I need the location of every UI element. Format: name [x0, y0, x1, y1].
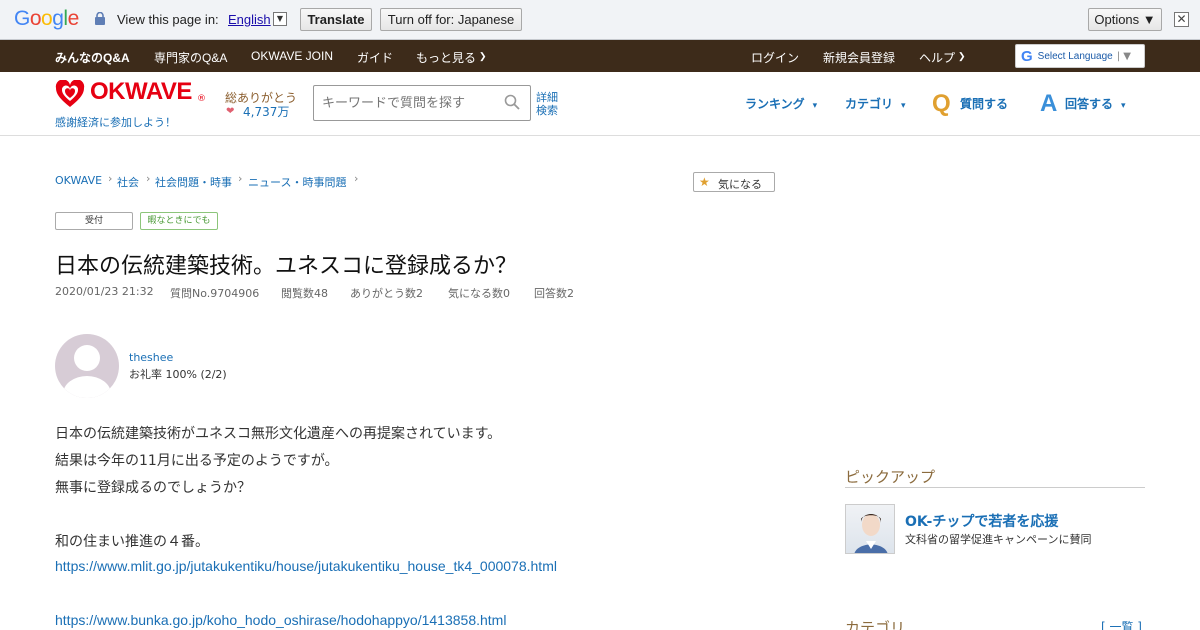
pickup-heading: ピックアップ	[845, 468, 936, 486]
pickup-subtitle: 文科省の留学促進キャンペーンに賛同	[905, 533, 1092, 546]
watch-button-label: 気になる	[718, 178, 762, 191]
question-date: 2020/01/23 21:32	[55, 285, 154, 298]
language-dropdown-icon[interactable]: ▼	[273, 12, 287, 26]
nav-login[interactable]: ログイン	[751, 49, 799, 66]
advanced-search-label-2: 検索	[536, 104, 558, 117]
chevron-down-icon: ❯	[958, 51, 966, 61]
nav-more[interactable]: もっと見る	[416, 49, 476, 66]
status-badge: 受付	[55, 212, 133, 230]
question-title: 日本の伝統建築技術。ユネスコに登録成るか？	[55, 254, 518, 279]
breadcrumb-separator: ›	[146, 172, 151, 185]
select-language-widget[interactable]: G Select Language | ▼	[1015, 44, 1145, 68]
question-link-bunka[interactable]: https://www.bunka.go.jp/koho_hodo_oshira…	[55, 612, 506, 628]
breadcrumb-news[interactable]: ニュース・時事問題	[248, 174, 346, 190]
breadcrumb-okwave[interactable]: OKWAVE	[55, 174, 102, 187]
search-input[interactable]	[322, 94, 502, 112]
nav-answer[interactable]: 回答する ▾	[1065, 95, 1126, 112]
search-box[interactable]	[313, 85, 531, 121]
watch-button[interactable]: ★ 気になる	[693, 172, 775, 192]
avatar[interactable]	[55, 334, 119, 398]
question-body-line: 和の住まい推進の４番。	[55, 534, 209, 550]
watch-count: 気になる数0	[448, 287, 510, 300]
search-icon[interactable]	[504, 94, 520, 110]
thanks-count: ありがとう数2	[350, 287, 423, 300]
nav-ask-question[interactable]: 質問する	[960, 95, 1008, 112]
lock-icon	[95, 12, 105, 25]
select-language-label: Select Language	[1037, 50, 1113, 62]
user-silhouette-icon	[63, 345, 111, 398]
nav-ranking-label: ランキング	[745, 97, 805, 111]
divider	[845, 487, 1145, 488]
nav-okwave-join[interactable]: OKWAVE JOIN	[251, 49, 333, 63]
google-g-icon: G	[1021, 47, 1033, 65]
nav-ranking[interactable]: ランキング ▾	[745, 95, 817, 112]
pickup-person-image	[854, 514, 888, 553]
google-logo: Google	[14, 7, 79, 30]
advanced-search-label-1: 詳細	[536, 91, 558, 104]
view-page-label: View this page in:	[117, 12, 219, 27]
breadcrumb-separator: ›	[238, 172, 243, 185]
translate-button[interactable]: Translate	[300, 8, 372, 31]
question-number: 質問No.9704906	[170, 287, 260, 300]
tagline[interactable]: 感謝経済に参加しよう！	[55, 114, 176, 130]
urgency-badge: 暇なときにでも	[140, 212, 218, 230]
nav-guide[interactable]: ガイド	[357, 49, 393, 66]
answer-a-icon: A	[1040, 90, 1058, 117]
options-button[interactable]: Options ▼	[1088, 8, 1162, 31]
breadcrumb-social-issues[interactable]: 社会問題・時事	[155, 174, 232, 190]
registered-mark: ®	[197, 94, 206, 104]
question-body-line: 無事に登録成るのでしょうか？	[55, 480, 251, 496]
nav-minna-qa[interactable]: みんなのQ&A	[55, 49, 130, 66]
category-all-link[interactable]: [ 一覧 ]	[1101, 618, 1142, 630]
pickup-headline[interactable]: OK-チップで若者を応援	[905, 511, 1058, 531]
nav-help[interactable]: ヘルプ	[919, 49, 955, 66]
nav-register[interactable]: 新規会員登録	[823, 49, 895, 66]
chevron-down-icon: ❯	[479, 51, 487, 61]
thanks-rate: お礼率 100% (2/2)	[129, 368, 227, 381]
chevron-down-icon: ▾	[812, 101, 818, 111]
nav-category-label: カテゴリ	[845, 97, 894, 111]
okwave-heart-logo-icon[interactable]	[55, 80, 85, 108]
chevron-down-icon: ▾	[901, 101, 906, 111]
pickup-thumbnail[interactable]	[845, 504, 895, 554]
question-author[interactable]: theshee	[129, 351, 173, 364]
heart-icon: ❤	[226, 106, 235, 117]
category-heading: カテゴリ	[845, 619, 906, 630]
nav-answer-label: 回答する	[1065, 97, 1114, 111]
okwave-logo[interactable]: OKWAVE	[90, 78, 192, 106]
nav-category[interactable]: カテゴリ ▾	[845, 95, 906, 112]
star-icon: ★	[699, 175, 710, 189]
advanced-search-link[interactable]: 詳細 検索	[536, 91, 558, 117]
language-select[interactable]: English	[228, 12, 271, 27]
total-thanks-count: 4,737万	[243, 105, 290, 119]
close-icon[interactable]: ✕	[1174, 12, 1189, 27]
turn-off-button[interactable]: Turn off for: Japanese	[380, 8, 522, 31]
chevron-down-icon: ▾	[1121, 101, 1126, 111]
question-body-line: 結果は今年の11月に出る予定のようですが。	[55, 453, 339, 469]
answer-count: 回答数2	[534, 287, 574, 300]
dropdown-arrow-icon: | ▼	[1116, 50, 1131, 62]
nav-expert-qa[interactable]: 専門家のQ&A	[154, 49, 227, 66]
breadcrumb-separator: ›	[108, 172, 113, 185]
question-link-mlit[interactable]: https://www.mlit.go.jp/jutakukentiku/hou…	[55, 558, 557, 574]
question-q-icon: Q	[932, 90, 951, 117]
breadcrumb-separator: ›	[354, 172, 359, 185]
view-count: 閲覧数48	[281, 287, 328, 300]
question-body-line: 日本の伝統建築技術がユネスコ無形文化遺産への再提案されています。	[55, 426, 502, 442]
breadcrumb-society[interactable]: 社会	[117, 174, 139, 190]
